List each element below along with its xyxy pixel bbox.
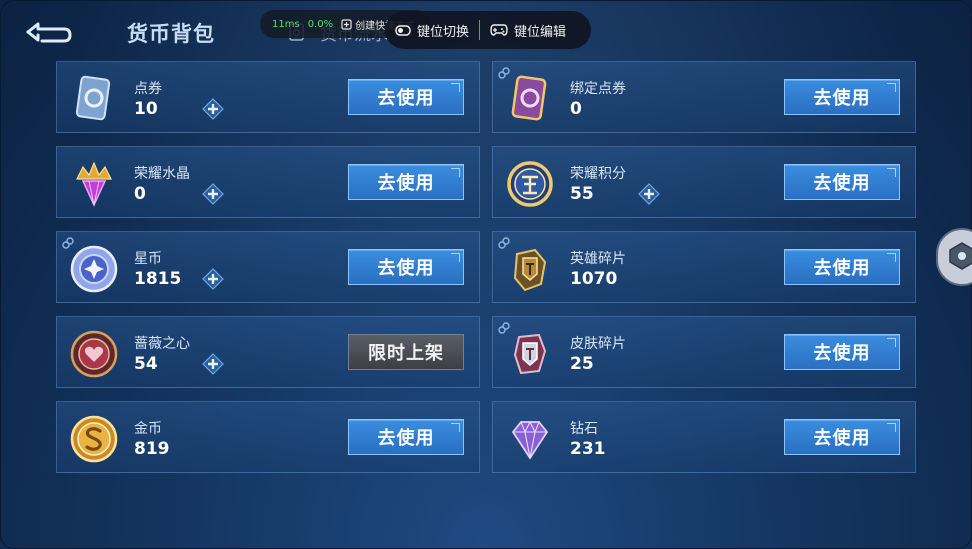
currency-amount: 819: [134, 439, 170, 459]
currency-card-rose-heart: 蔷薇之心 54 限时上架: [56, 316, 480, 388]
currency-name: 点券: [134, 81, 162, 97]
points-icon: [507, 161, 553, 207]
limited-listing-button: 限时上架: [348, 334, 464, 370]
use-crystal-button[interactable]: 去使用: [348, 164, 464, 200]
latency-readout: 11ms: [272, 18, 300, 30]
page-title: 货币背包: [127, 22, 215, 46]
crystal-icon: [76, 161, 112, 207]
currency-amount: 55: [570, 184, 594, 204]
currency-card-diamond: 钻石 231 去使用: [492, 401, 916, 473]
hexagon-icon: [949, 242, 972, 270]
keymap-switch-label: 键位切换: [417, 24, 470, 40]
add-star-coin-button[interactable]: [202, 268, 224, 290]
currency-amount: 231: [570, 439, 606, 459]
currency-amount: 54: [134, 354, 158, 374]
use-diamond-button[interactable]: 去使用: [784, 419, 900, 455]
currency-card-star-coin: 星币 1815 去使用: [56, 231, 480, 303]
use-voucher-button[interactable]: 去使用: [348, 79, 464, 115]
voucher-icon: [75, 75, 111, 121]
add-voucher-button[interactable]: [202, 98, 224, 120]
currency-name: 荣耀水晶: [134, 166, 190, 182]
back-button[interactable]: [24, 18, 74, 46]
shortcut-icon: [341, 18, 352, 30]
currency-amount: 1070: [570, 269, 618, 289]
back-arrow-icon: [26, 22, 72, 43]
skin-fragment-icon: [513, 333, 547, 375]
currency-name: 蔷薇之心: [134, 336, 190, 352]
currency-card-skin-fragment: 皮肤碎片 25 去使用: [492, 316, 916, 388]
add-points-button[interactable]: [638, 183, 660, 205]
keymap-switch-button[interactable]: 键位切换: [385, 21, 479, 40]
floating-menu-handle[interactable]: [936, 228, 972, 286]
keymap-edit-button[interactable]: 键位编辑: [480, 21, 576, 40]
currency-card-hero-fragment: 英雄碎片 1070 去使用: [492, 231, 916, 303]
currency-name: 星币: [134, 251, 162, 267]
currency-name: 钻石: [570, 421, 598, 437]
currency-card-voucher: 点券 10 去使用: [56, 61, 480, 133]
keymap-toolbar: 键位切换 键位编辑: [385, 11, 591, 49]
currency-name: 金币: [134, 421, 162, 437]
currency-card-crystal: 荣耀水晶 0 去使用: [56, 146, 480, 218]
currency-amount: 0: [570, 99, 582, 119]
bound-voucher-icon: [511, 75, 547, 121]
use-points-button[interactable]: 去使用: [784, 164, 900, 200]
use-hero-fragment-button[interactable]: 去使用: [784, 249, 900, 285]
currency-name: 荣耀积分: [570, 166, 626, 182]
keymap-edit-label: 键位编辑: [514, 24, 567, 40]
use-bound-voucher-button[interactable]: 去使用: [784, 79, 900, 115]
add-crystal-button[interactable]: [202, 183, 224, 205]
currency-card-points: 荣耀积分 55 去使用: [492, 146, 916, 218]
hero-fragment-icon: [513, 248, 547, 292]
currency-card-bound-voucher: 绑定点券 0 去使用: [492, 61, 916, 133]
currency-name: 英雄碎片: [570, 251, 626, 267]
gold-coin-icon: [70, 415, 118, 463]
use-skin-fragment-button[interactable]: 去使用: [784, 334, 900, 370]
star-coin-icon: [70, 245, 118, 293]
use-gold-coin-button[interactable]: 去使用: [348, 419, 464, 455]
diamond-icon: [511, 420, 549, 460]
use-star-coin-button[interactable]: 去使用: [348, 249, 464, 285]
rose-heart-icon: [70, 330, 118, 378]
currency-amount: 25: [570, 354, 594, 374]
packet-loss-readout: 0.0%: [307, 18, 334, 30]
currency-name: 皮肤碎片: [570, 336, 626, 352]
add-rose-heart-button[interactable]: [202, 353, 224, 375]
switch-icon: [395, 25, 411, 36]
gamepad-icon: [490, 24, 508, 36]
currency-name: 绑定点券: [570, 81, 626, 97]
currency-amount: 0: [134, 184, 146, 204]
currency-amount: 10: [134, 99, 158, 119]
currency-amount: 1815: [134, 269, 182, 289]
currency-card-gold-coin: 金币 819 去使用: [56, 401, 480, 473]
